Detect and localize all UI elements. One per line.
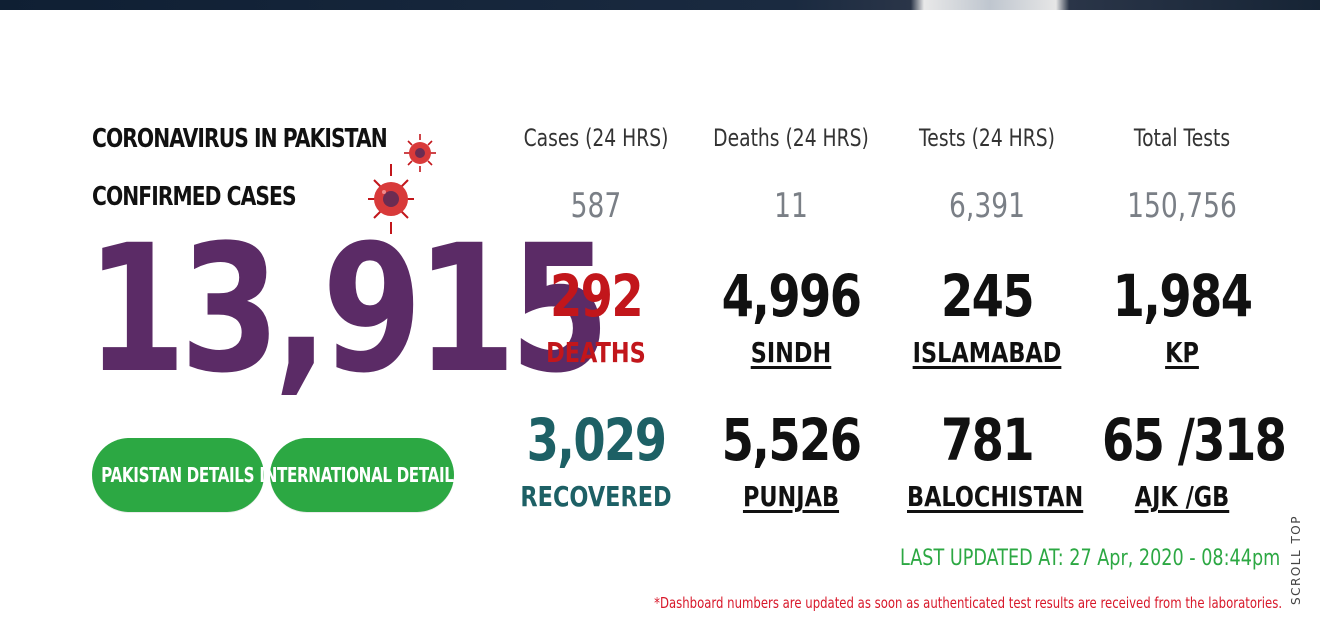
page-title: CORONAVIRUS IN PAKISTAN bbox=[92, 124, 388, 154]
tests-24h-value: 6,391 bbox=[949, 186, 1025, 226]
scroll-top-button[interactable]: SCROLL TOP bbox=[1286, 498, 1306, 622]
kp-link[interactable]: KP bbox=[1102, 336, 1262, 369]
deaths-total-value: 292 bbox=[549, 262, 644, 330]
dashboard-disclaimer: *Dashboard numbers are updated as soon a… bbox=[654, 594, 1282, 612]
balochistan-label[interactable]: BALOCHISTAN bbox=[907, 480, 1083, 513]
cases-24h-value: 587 bbox=[570, 186, 622, 226]
balochistan-value: 781 bbox=[940, 406, 1035, 474]
international-details-button[interactable]: INTERNATIONAL DETAILS bbox=[260, 438, 465, 512]
islamabad-value: 245 bbox=[940, 262, 1035, 330]
islamabad-label[interactable]: ISLAMABAD bbox=[913, 336, 1062, 369]
punjab-label[interactable]: PUNJAB bbox=[743, 480, 839, 513]
kp-label[interactable]: KP bbox=[1165, 336, 1199, 369]
pakistan-details-button[interactable]: PAKISTAN DETAILS bbox=[92, 438, 264, 512]
sindh-label[interactable]: SINDH bbox=[751, 336, 832, 369]
total-tests-label: Total Tests bbox=[1133, 124, 1231, 152]
header-banner-strip bbox=[0, 0, 1320, 10]
ajk-gb-link[interactable]: AJK /GB bbox=[1102, 480, 1262, 513]
deaths-total-label: DEATHS bbox=[546, 336, 646, 369]
sindh-link[interactable]: SINDH bbox=[711, 336, 871, 369]
islamabad-link[interactable]: ISLAMABAD bbox=[907, 336, 1067, 369]
tests-24h-label: Tests (24 HRS) bbox=[919, 124, 1055, 152]
pakistan-details-label: PAKISTAN DETAILS bbox=[101, 463, 255, 487]
international-details-label: INTERNATIONAL DETAILS bbox=[259, 463, 465, 487]
recovered-value: 3,029 bbox=[526, 406, 667, 474]
ajk-gb-value: 65 /318 bbox=[1102, 406, 1287, 474]
recovered-label: RECOVERED bbox=[520, 480, 672, 513]
cases-24h-label: Cases (24 HRS) bbox=[523, 124, 669, 152]
punjab-value: 5,526 bbox=[721, 406, 862, 474]
last-updated-timestamp: LAST UPDATED AT: 27 Apr, 2020 - 08:44pm bbox=[899, 546, 1280, 571]
balochistan-link[interactable]: BALOCHISTAN bbox=[907, 480, 1083, 513]
scroll-top-label: SCROLL TOP bbox=[1289, 515, 1303, 605]
deaths-24h-label: Deaths (24 HRS) bbox=[713, 124, 869, 152]
sindh-value: 4,996 bbox=[721, 262, 862, 330]
ajk-gb-label[interactable]: AJK /GB bbox=[1135, 480, 1229, 513]
kp-value: 1,984 bbox=[1112, 262, 1253, 330]
total-tests-value: 150,756 bbox=[1127, 186, 1237, 226]
deaths-24h-value: 11 bbox=[774, 186, 808, 226]
punjab-link[interactable]: PUNJAB bbox=[711, 480, 871, 513]
